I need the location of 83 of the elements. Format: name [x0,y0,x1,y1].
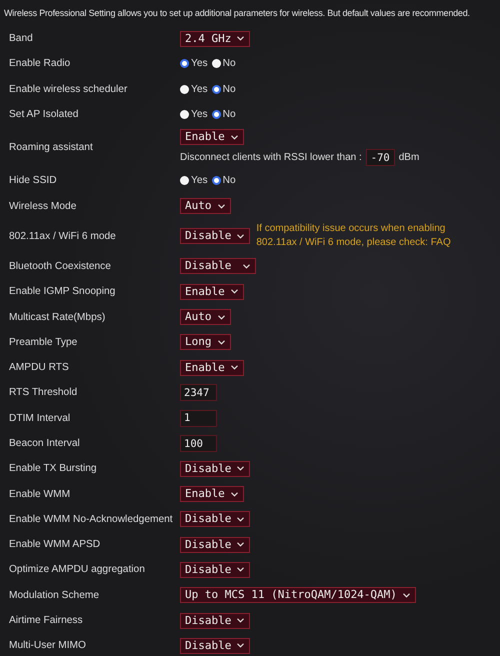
setting-label: Hide SSID [9,175,58,186]
chevron-down-icon [237,466,244,472]
dropdown[interactable]: Long [180,334,230,350]
setting-label: Airtime Fairness [9,615,84,626]
chevron-down-icon [230,365,238,370]
dropdown[interactable]: Auto [180,198,230,214]
setting-label: Enable WMM No-Acknowledgement [9,514,174,525]
setting-label: RTS Threshold [9,387,78,398]
radio-button[interactable] [180,110,189,120]
chevron-down-icon [218,340,224,345]
chevron-down-icon [237,618,244,624]
radio-label[interactable]: Yes [191,175,208,186]
dropdown[interactable]: Enable [180,486,244,502]
input-field[interactable]: 100 [180,435,217,452]
radio-label[interactable]: Yes [191,84,208,95]
chevron-down-icon [218,204,224,209]
setting-label: Set AP Isolated [9,109,80,120]
setting-label: Beacon Interval [9,438,81,449]
chevron-down-icon [230,134,238,140]
dropdown[interactable]: Up to MCS 11 (NitroQAM/1024-QAM) [180,587,416,604]
radio-button[interactable] [212,84,221,94]
dropdown[interactable]: Disable [180,612,250,629]
chevron-down-icon [237,36,244,42]
setting-label: Preamble Type [9,336,78,348]
chevron-down-icon [218,314,224,320]
setting-label: Enable TX Bursting [9,463,98,474]
compatibility-note: If compatibility issue occurs when enabling 802.11ax / WiFi 6 mode, please check: FAQ [256,222,452,250]
input-field[interactable]: 2347 [180,384,217,402]
dropdown[interactable]: Auto [180,309,230,326]
setting-label: Roaming assistant [9,142,94,154]
dropdown[interactable]: Disable [180,228,250,244]
dropdown[interactable]: Disable [180,638,250,654]
radio-button[interactable] [180,84,189,94]
setting-label: Bluetooth Coexistence [9,260,112,272]
radio-label[interactable]: No [222,109,236,120]
dropdown[interactable]: Disable [180,460,250,477]
setting-label: Modulation Scheme [9,590,100,601]
rssi-label: Disconnect clients with RSSI lower than : [180,152,362,164]
chevron-down-icon [237,542,244,548]
dropdown[interactable]: Disable [180,258,256,274]
radio-button[interactable] [212,176,221,186]
chevron-down-icon [402,592,410,598]
chevron-down-icon [230,492,238,497]
setting-label: Multicast Rate(Mbps) [9,312,106,323]
intro-text: Wireless Professional Setting allows you to set up additional parameters for wireless. But default values are recommended. [4,7,470,20]
input-field[interactable]: 1 [180,410,217,427]
radio-label[interactable]: No [222,58,236,70]
radio-button[interactable] [212,110,221,120]
setting-label: AMPDU RTS [9,362,70,374]
dropdown[interactable]: 2.4 GHz [180,30,250,47]
setting-label: Wireless Mode [9,200,78,212]
setting-label: Enable Radio [9,58,72,70]
dropdown[interactable]: Disable [180,562,250,578]
input-field[interactable]: -70 [366,149,395,166]
dropdown[interactable]: Disable [180,536,250,553]
setting-label: Band [9,33,34,44]
setting-label: Enable WMM [9,488,72,500]
unit-label: dBm [398,152,420,164]
setting-label: Multi-User MIMO [9,640,87,652]
radio-label[interactable]: No [222,175,236,186]
setting-label: 802.11ax / WiFi 6 mode [9,230,117,242]
setting-label: Enable WMM APSD [9,539,102,550]
chevron-down-icon [243,264,250,269]
dropdown[interactable]: Disable [180,511,250,528]
dropdown[interactable]: Enable [180,284,244,300]
radio-button[interactable] [180,176,189,186]
dropdown[interactable]: Enable [180,360,244,376]
radio-label[interactable]: No [222,84,236,95]
chevron-down-icon [230,289,238,294]
chevron-down-icon [237,516,244,522]
chevron-down-icon [237,643,244,648]
faq-link[interactable]: FAQ [430,237,451,248]
radio-label[interactable]: Yes [191,109,208,120]
chevron-down-icon [237,567,244,572]
radio-button[interactable] [212,59,221,68]
chevron-down-icon [237,234,244,239]
dropdown[interactable]: Enable [180,129,244,146]
setting-label: Optimize AMPDU aggregation [9,564,146,576]
setting-label: Enable IGMP Snooping [9,286,116,298]
radio-button[interactable] [180,59,189,68]
radio-label[interactable]: Yes [191,58,208,70]
setting-label: Enable wireless scheduler [9,84,128,95]
setting-label: DTIM Interval [9,412,72,424]
